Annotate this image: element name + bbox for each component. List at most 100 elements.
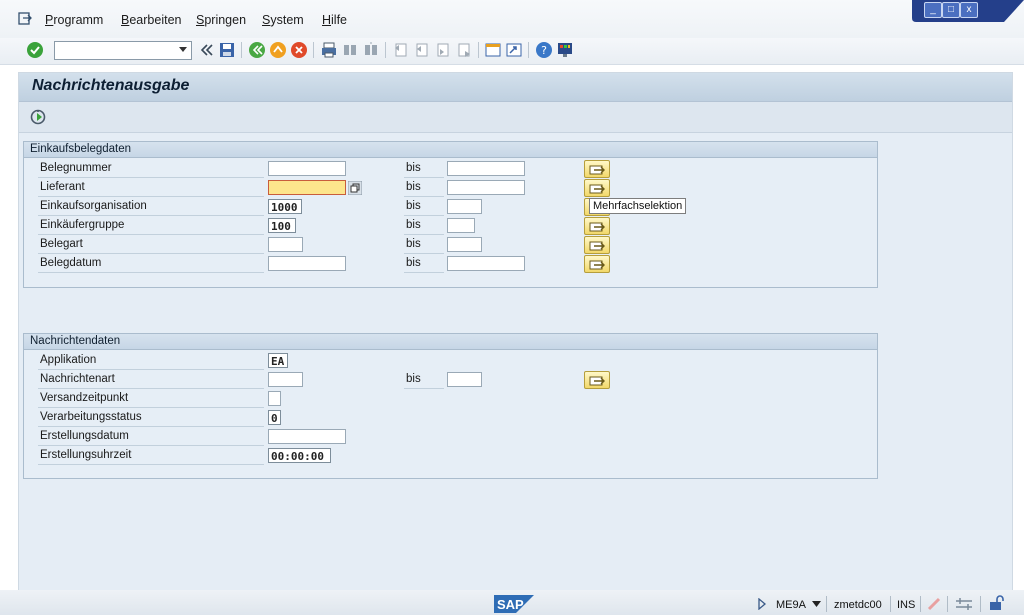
group-einkaufsbelegdaten: Einkaufsbelegdaten Belegnummer bis Liefe… [23, 141, 878, 288]
sap-logo: SAP [494, 595, 534, 613]
label-lieferant: Lieferant [40, 181, 85, 193]
maximize-button[interactable]: □ [942, 2, 960, 18]
shortcut-icon[interactable] [505, 41, 523, 59]
row-underline [38, 407, 264, 408]
chevron-down-icon[interactable] [812, 601, 821, 607]
nachrichtenart-to-input[interactable] [447, 372, 482, 387]
einkaeufergruppe-from-input[interactable]: 100 [268, 218, 296, 233]
exit-icon[interactable] [269, 41, 287, 59]
find-icon[interactable] [341, 41, 359, 59]
title-bar: Nachrichtenausgabe [19, 73, 1012, 102]
connection-icon [956, 598, 972, 610]
label-nachrichtenart: Nachrichtenart [40, 373, 115, 385]
lieferant-to-input[interactable] [447, 180, 525, 195]
window-controls: _ □ x [912, 0, 1024, 24]
menu-bearbeiten[interactable]: Bearbeiten [121, 13, 181, 27]
menu-springen[interactable]: Springen [196, 13, 246, 27]
label-applikation: Applikation [40, 354, 97, 366]
lieferant-from-input[interactable] [268, 180, 346, 195]
command-field[interactable] [54, 41, 192, 60]
back-chevron-icon[interactable] [198, 41, 216, 59]
toolbar-separator [385, 42, 386, 58]
einkaufsorganisation-from-input[interactable]: 1000 [268, 199, 302, 214]
toolbar-separator [241, 42, 242, 58]
row-underline [404, 234, 444, 235]
next-page-icon[interactable] [434, 41, 452, 59]
multiselect-arrow-icon [589, 260, 605, 270]
insert-mode: INS [897, 599, 916, 611]
multiselect-arrow-icon [589, 222, 605, 232]
close-button[interactable]: x [960, 2, 978, 18]
tooltip-mehrfachselektion: Mehrfachselektion [589, 198, 687, 214]
lock-icon[interactable] [988, 595, 1004, 611]
bis-label: bis [406, 257, 421, 269]
status-separator [890, 596, 891, 612]
help-icon[interactable]: ? [535, 41, 553, 59]
multiselect-nachrichtenart-button[interactable] [584, 371, 610, 389]
belegart-to-input[interactable] [447, 237, 482, 252]
standard-toolbar: ? [0, 38, 1024, 65]
bis-label: bis [406, 219, 421, 231]
row-underline [38, 426, 264, 427]
status-bar: SAP ME9A zmetdc00 INS [0, 590, 1024, 615]
group-title: Einkaufsbelegdaten [24, 142, 877, 158]
row-underline [404, 388, 444, 389]
main-content: Nachrichtenausgabe Einkaufsbelegdaten Be… [18, 72, 1013, 592]
einkaeufergruppe-to-input[interactable] [447, 218, 475, 233]
application-toolbar [19, 102, 1012, 133]
multiselect-arrow-icon [589, 376, 605, 386]
belegnummer-to-input[interactable] [447, 161, 525, 176]
label-belegdatum: Belegdatum [40, 257, 102, 269]
customize-layout-icon[interactable] [556, 41, 574, 59]
label-erstellungsuhrzeit: Erstellungsuhrzeit [40, 449, 132, 461]
multiselect-arrow-icon [589, 184, 605, 194]
search-help-icon[interactable] [348, 181, 362, 195]
menu-expand-icon[interactable] [18, 12, 32, 26]
cancel-icon[interactable] [290, 41, 308, 59]
bis-label: bis [406, 200, 421, 212]
row-underline [404, 272, 444, 273]
print-icon[interactable] [320, 41, 338, 59]
play-triangle-icon[interactable] [757, 598, 767, 610]
menu-programm[interactable]: Programm [45, 13, 103, 27]
row-underline [38, 388, 264, 389]
belegdatum-from-input[interactable] [268, 256, 346, 271]
menu-system[interactable]: System [262, 13, 304, 27]
toolbar-separator [478, 42, 479, 58]
page-title: Nachrichtenausgabe [32, 77, 190, 94]
back-icon[interactable] [248, 41, 266, 59]
menu-hilfe[interactable]: Hilfe [322, 13, 347, 27]
multiselect-belegnummer-button[interactable] [584, 160, 610, 178]
label-einkaeufergruppe: Einkäufergruppe [40, 219, 125, 231]
versandzeitpunkt-input[interactable] [268, 391, 281, 406]
last-page-icon[interactable] [455, 41, 473, 59]
prev-page-icon[interactable] [413, 41, 431, 59]
row-underline [38, 272, 264, 273]
bis-label: bis [406, 181, 421, 193]
applikation-input[interactable]: EA [268, 353, 288, 368]
belegnummer-from-input[interactable] [268, 161, 346, 176]
multiselect-einkaeufergruppe-button[interactable] [584, 217, 610, 235]
multiselect-belegart-button[interactable] [584, 236, 610, 254]
new-session-icon[interactable] [484, 41, 502, 59]
multiselect-belegdatum-button[interactable] [584, 255, 610, 273]
server-name: zmetdc00 [834, 599, 882, 611]
chevron-down-icon[interactable] [179, 47, 187, 52]
erstellungsuhrzeit-input[interactable]: 00:00:00 [268, 448, 331, 463]
einkaufsorganisation-to-input[interactable] [447, 199, 482, 214]
belegdatum-to-input[interactable] [447, 256, 525, 271]
save-icon[interactable] [218, 41, 236, 59]
find-next-icon[interactable] [362, 41, 380, 59]
row-underline [404, 196, 444, 197]
belegart-from-input[interactable] [268, 237, 303, 252]
verarbeitungsstatus-input[interactable]: 0 [268, 410, 281, 425]
first-page-icon[interactable] [392, 41, 410, 59]
row-underline [38, 253, 264, 254]
multiselect-lieferant-button[interactable] [584, 179, 610, 197]
minimize-button[interactable]: _ [924, 2, 942, 18]
execute-icon[interactable] [29, 108, 47, 126]
svg-text:SAP: SAP [497, 597, 524, 612]
enter-check-icon[interactable] [26, 41, 44, 59]
nachrichtenart-from-input[interactable] [268, 372, 303, 387]
erstellungsdatum-input[interactable] [268, 429, 346, 444]
